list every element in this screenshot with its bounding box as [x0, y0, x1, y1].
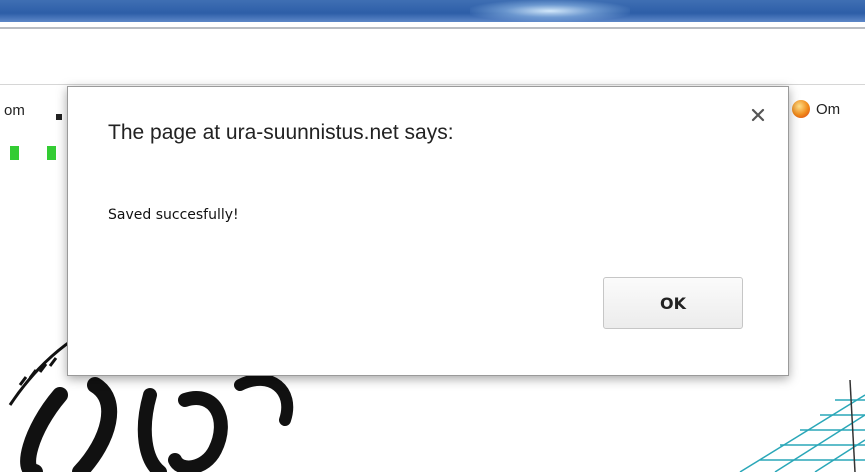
orienteering-map-icon: [739, 379, 865, 472]
close-button[interactable]: [748, 105, 768, 125]
close-icon: [751, 108, 765, 122]
alert-dialog: The page at ura-suunnistus.net says: Sav…: [67, 86, 789, 376]
dialog-message: Saved succesfully!: [108, 207, 239, 223]
dialog-title: The page at ura-suunnistus.net says:: [108, 121, 454, 144]
ok-button[interactable]: OK: [603, 277, 743, 329]
